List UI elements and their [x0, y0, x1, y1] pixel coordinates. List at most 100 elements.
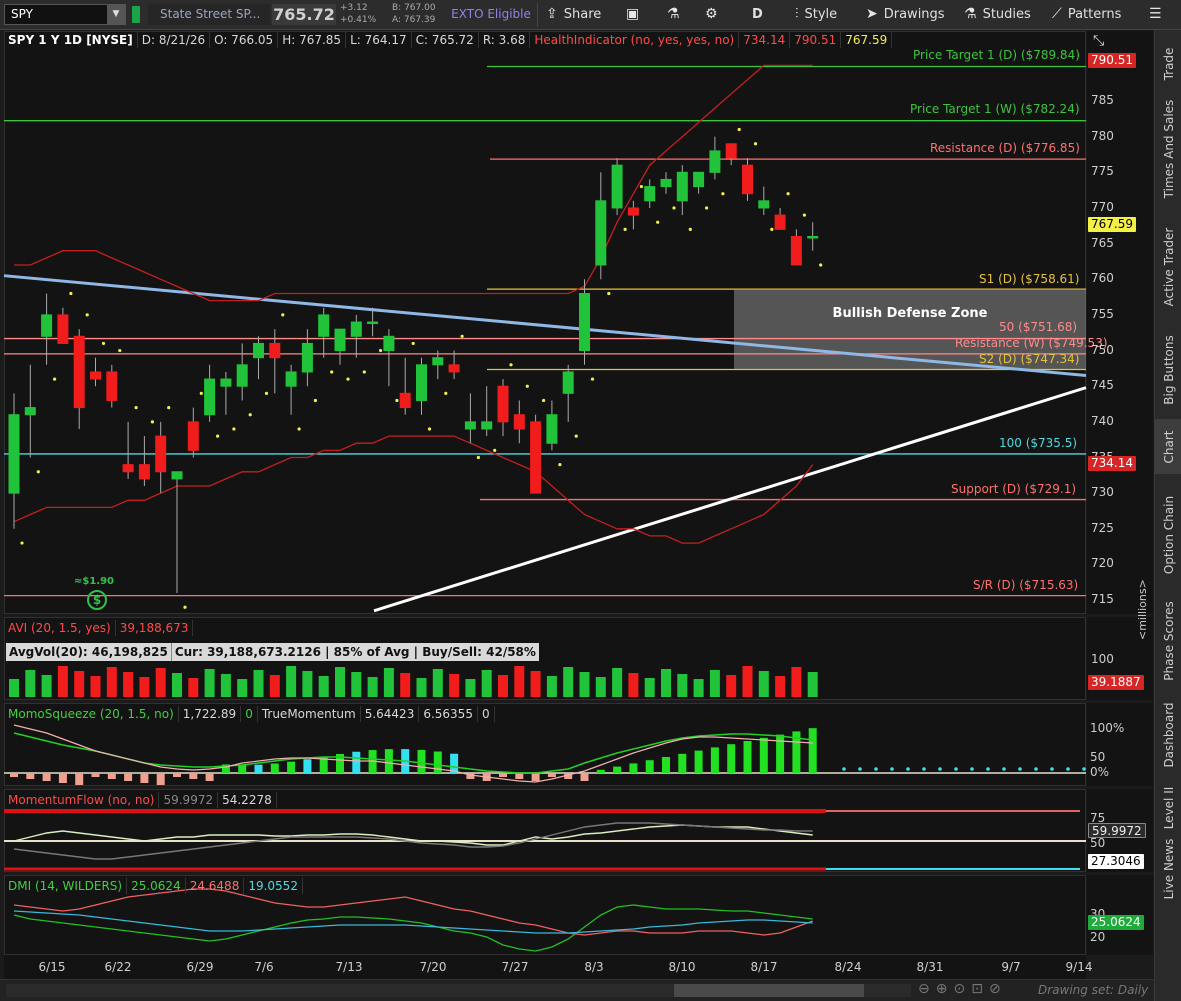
drawings-button[interactable]: ➤ Drawings: [866, 3, 945, 26]
share-label: Share: [563, 7, 602, 22]
squeeze-dot: [922, 767, 926, 771]
tab-live-news[interactable]: Live News: [1155, 836, 1181, 902]
chart-scrollbar[interactable]: [6, 984, 911, 997]
zoom-area-icon[interactable]: ⊡: [971, 981, 983, 997]
pct-change: +0.41%: [340, 15, 377, 25]
volume-bar: [677, 674, 688, 697]
zoom-out-icon[interactable]: ⊖: [918, 981, 930, 997]
tab-active-trader[interactable]: Active Trader: [1155, 213, 1181, 321]
drawing-set[interactable]: Drawing set: Daily: [1038, 983, 1148, 997]
exto-eligible-badge: EXTO Eligible: [451, 7, 531, 21]
tab-level-ii[interactable]: Level II: [1155, 787, 1181, 830]
volume-header: AVI (20, 1.5, yes) 39,188,673: [4, 619, 194, 637]
candle-body: [644, 186, 656, 202]
tab-phase-scores[interactable]: Phase Scores: [1155, 598, 1181, 683]
header-close: C: 765.72: [412, 32, 479, 48]
price-chart[interactable]: [3, 31, 1087, 614]
momo-value-1: 1,722.89: [179, 706, 242, 722]
candle-body: [138, 464, 150, 480]
zoom-reset-icon[interactable]: ⊘: [989, 981, 1001, 997]
patterns-button[interactable]: ⟋ Patterns: [1052, 3, 1121, 26]
momo-bar: [759, 737, 768, 773]
candles-icon: ⫶: [795, 6, 799, 22]
mflow-value-2: 54.2278: [218, 792, 277, 808]
trail-dot: [85, 313, 89, 317]
bid: B: 767.00: [392, 3, 436, 13]
settings-button[interactable]: ⚙: [705, 3, 718, 26]
trail-dot: [786, 192, 790, 196]
dmi-badge: 25.0624: [1088, 915, 1144, 930]
price-tick: 770: [1091, 199, 1114, 214]
share-button[interactable]: ⇪ Share: [546, 3, 601, 26]
trail-dot: [183, 605, 187, 609]
dmi-study: DMI (14, WILDERS): [4, 878, 128, 894]
volume-bar: [302, 671, 313, 697]
volume-bar: [25, 670, 36, 697]
tab-dashboard[interactable]: Dashboard: [1155, 690, 1181, 780]
volume-bar: [416, 678, 427, 697]
link-color-icon[interactable]: [132, 6, 140, 23]
trail-dot: [232, 427, 236, 431]
volume-bar: [498, 675, 508, 697]
tab-big-buttons[interactable]: Big Buttons: [1155, 330, 1181, 410]
squeeze-dot: [1050, 767, 1054, 771]
volume-bar: [612, 668, 623, 697]
collapse-icon[interactable]: ⤡: [1093, 33, 1104, 49]
momo-bar: [10, 773, 18, 777]
flask-button[interactable]: ⚗: [667, 3, 680, 26]
header-open: O: 766.05: [210, 32, 279, 48]
dividend-icon[interactable]: $: [87, 590, 107, 610]
candle-body: [513, 414, 525, 430]
trail-dot: [69, 291, 73, 296]
upper-band: [14, 64, 813, 302]
volume-bar: [269, 675, 280, 697]
momo-bar: [694, 750, 703, 773]
symbol-description: State Street SP...: [148, 4, 270, 25]
symbol-input[interactable]: SPY ▼: [4, 4, 126, 25]
zoom-controls: ⊖ ⊕ ⊙ ⊡ ⊘: [918, 981, 1001, 997]
date-tick: 8/10: [668, 960, 696, 974]
volume-bar: [579, 672, 590, 697]
volume-bar: [139, 677, 150, 697]
candle-body: [106, 371, 118, 401]
mflow-value-1: 59.9972: [159, 792, 219, 808]
squeeze-dot: [842, 767, 846, 771]
tab-label: Option Chain: [1161, 495, 1176, 575]
header-high: H: 767.85: [278, 32, 347, 48]
health-value-1: 734.14: [739, 32, 791, 48]
studies-button[interactable]: ⚗ Studies: [964, 3, 1031, 26]
trail-dot: [753, 142, 758, 146]
date-tick: 8/31: [916, 960, 944, 974]
timeframe-button[interactable]: D: [752, 3, 763, 26]
trail-dot: [362, 370, 366, 374]
trail-dot: [444, 391, 448, 395]
price-tick: 765: [1091, 235, 1114, 250]
momo-bar: [678, 753, 687, 773]
menu-button[interactable]: ☰: [1149, 3, 1162, 26]
date-axis[interactable]: 6/15 6/22 6/29 7/6 7/13 7/20 7/27 8/3 8/10 8/17 8/…: [4, 955, 1092, 979]
scroll-thumb[interactable]: [674, 984, 864, 997]
tab-label: Dashboard: [1161, 702, 1176, 768]
volume-bar: [335, 667, 345, 697]
momo-header: MomoSqueeze (20, 1.5, no) 1,722.89 0 Tru…: [4, 705, 495, 723]
snapshot-button[interactable]: ▣: [626, 3, 639, 26]
chevron-down-icon[interactable]: ▼: [107, 5, 125, 24]
tab-times-and-sales[interactable]: Times And Sales: [1155, 94, 1181, 204]
sma-50-label: 50 ($751.68): [999, 320, 1078, 334]
trail-dot: [427, 427, 432, 431]
date-tick: 7/20: [419, 960, 447, 974]
momo-bar: [107, 773, 116, 779]
tab-option-chain[interactable]: Option Chain: [1155, 480, 1181, 590]
trail-dot: [607, 291, 611, 296]
zoom-in-icon[interactable]: ⊕: [936, 981, 948, 997]
candle-body: [562, 371, 574, 394]
trail-dot: [411, 341, 415, 346]
zoom-fit-icon[interactable]: ⊙: [953, 981, 965, 997]
tab-trade[interactable]: Trade: [1155, 38, 1181, 90]
style-button[interactable]: ⫶ Style: [795, 3, 837, 26]
volume-bar: [481, 670, 492, 697]
candle-body: [301, 342, 313, 373]
tab-chart[interactable]: Chart: [1155, 419, 1181, 474]
volume-bar: [383, 668, 394, 697]
trail-dot: [770, 227, 774, 231]
